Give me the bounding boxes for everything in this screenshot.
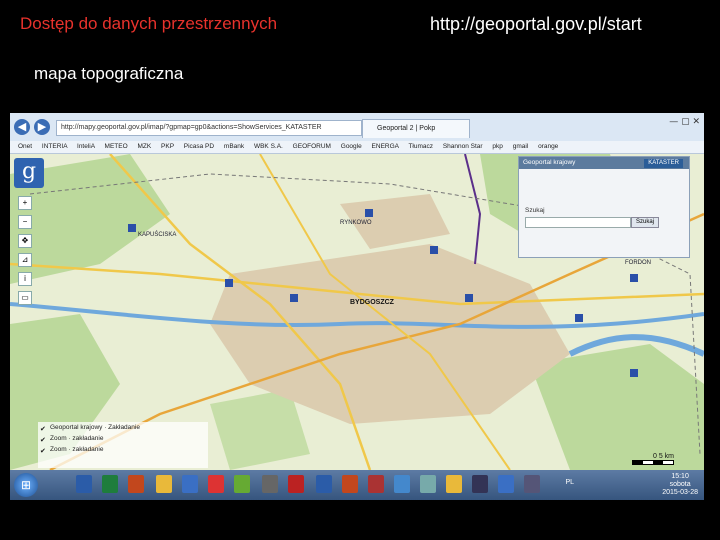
fav-item[interactable]: Onet	[18, 143, 32, 150]
railway	[464, 154, 482, 265]
window-controls[interactable]: — ▢ ✕	[669, 117, 700, 127]
fav-item[interactable]: GEOFORUM	[293, 143, 331, 150]
fav-item[interactable]: WBK S.A.	[254, 143, 283, 150]
powerpoint-icon[interactable]	[342, 475, 358, 493]
app-icon[interactable]	[394, 475, 410, 493]
word-icon[interactable]	[316, 475, 332, 493]
fav-item[interactable]: orange	[538, 143, 558, 150]
fav-item[interactable]: InteliA	[77, 143, 95, 150]
layers-panel: ✔ Geoportal krajowy · Zakładanie ✔ Zoom · …	[38, 422, 208, 468]
clock-day: sobota	[669, 481, 691, 488]
search-label: Szukaj	[525, 207, 545, 214]
fav-item[interactable]: Shannon Star	[443, 143, 483, 150]
fav-item[interactable]: PKP	[161, 143, 174, 150]
slide-url: http://geoportal.gov.pl/start	[430, 14, 642, 34]
pdf-icon[interactable]	[288, 475, 304, 493]
ie-icon[interactable]	[182, 475, 198, 493]
chrome-icon[interactable]	[498, 475, 514, 493]
map-toolbar[interactable]: + − ✥ ⊿ i ▭	[18, 196, 32, 376]
fav-item[interactable]: mBank	[224, 143, 244, 150]
fav-item[interactable]: ENERGA	[372, 143, 399, 150]
station-marker	[630, 369, 638, 377]
search-button[interactable]: Szukaj	[631, 217, 659, 228]
scale-bar	[632, 460, 674, 465]
place-label: BYDGOSZCZ	[350, 299, 394, 306]
taskbar: ⊞ PL 15:10 sobota 2015-03-28	[10, 470, 704, 500]
slide-subtitle: mapa topograficzna	[34, 64, 184, 83]
station-marker	[365, 209, 373, 217]
app-icon[interactable]	[472, 475, 488, 493]
app-icon[interactable]	[262, 475, 278, 493]
excel-icon[interactable]	[102, 475, 118, 493]
layer-row[interactable]: ✔ Zoom · zakładanie	[38, 444, 208, 455]
pdf-icon[interactable]	[368, 475, 384, 493]
station-marker	[575, 314, 583, 322]
slide-title: Dostęp do danych przestrzennych	[20, 14, 278, 33]
station-marker	[465, 294, 473, 302]
browser-screenshot: ◀ ▶ http://mapy.geoportal.gov.pl/imap/?g…	[10, 113, 704, 500]
forward-icon[interactable]: ▶	[34, 119, 50, 135]
zoom-in-icon[interactable]: +	[18, 196, 32, 210]
search-input[interactable]	[525, 217, 631, 228]
folder-icon[interactable]	[156, 475, 172, 493]
powerpoint-icon[interactable]	[128, 475, 144, 493]
pan-icon[interactable]: ✥	[18, 234, 32, 248]
station-marker	[128, 224, 136, 232]
clock[interactable]: 15:10 sobota 2015-03-28	[662, 473, 698, 497]
search-panel: Geoportal krajowy KATASTER Szukaj Szukaj	[518, 156, 690, 258]
browser-titlebar: ◀ ▶ http://mapy.geoportal.gov.pl/imap/?g…	[10, 113, 704, 141]
station-marker	[430, 246, 438, 254]
fav-item[interactable]: METEO	[105, 143, 128, 150]
fav-item[interactable]: MZK	[137, 143, 151, 150]
layer-row[interactable]: ✔ Zoom · zakładanie	[38, 433, 208, 444]
fav-item[interactable]: Picasa PD	[184, 143, 214, 150]
fav-item[interactable]: gmail	[513, 143, 529, 150]
zoom-out-icon[interactable]: −	[18, 215, 32, 229]
fav-item[interactable]: INTERIA	[42, 143, 67, 150]
layer-row[interactable]: ✔ Geoportal krajowy · Zakładanie	[38, 422, 208, 433]
language-indicator[interactable]: PL	[565, 479, 574, 486]
topographic-map[interactable]: BYDGOSZCZ RYNKOWO KAPUŚCISKA FORDON g + …	[10, 154, 704, 470]
station-marker	[630, 274, 638, 282]
measure-icon[interactable]: ⊿	[18, 253, 32, 267]
station-marker	[290, 294, 298, 302]
start-button[interactable]: ⊞	[14, 473, 38, 497]
word-icon[interactable]	[76, 475, 92, 493]
back-icon[interactable]: ◀	[14, 119, 30, 135]
print-icon[interactable]: ▭	[18, 291, 32, 305]
station-marker	[225, 279, 233, 287]
media-icon[interactable]	[208, 475, 224, 493]
clock-time: 15:10	[671, 473, 689, 480]
address-bar[interactable]: http://mapy.geoportal.gov.pl/imap/?gpmap…	[56, 120, 362, 136]
scale-label: 0 5 km	[652, 453, 674, 460]
app-icon[interactable]	[524, 475, 540, 493]
place-label: FORDON	[625, 260, 651, 266]
place-label: KAPUŚCISKA	[138, 232, 177, 238]
fav-item[interactable]: pkp	[492, 143, 502, 150]
app-icon[interactable]	[234, 475, 250, 493]
favorites-bar[interactable]: Onet INTERIA InteliA METEO MZK PKP Picas…	[10, 141, 704, 154]
place-label: RYNKOWO	[340, 220, 372, 226]
panel-tab-kataster[interactable]: KATASTER	[644, 159, 683, 168]
clock-date: 2015-03-28	[662, 489, 698, 496]
fav-item[interactable]: Tłumacz	[408, 143, 433, 150]
geoportal-logo-icon[interactable]: g	[14, 158, 44, 188]
fav-item[interactable]: Google	[341, 143, 362, 150]
checkbox-icon[interactable]: ✔	[40, 446, 46, 457]
browser-tab[interactable]: Geoportal 2 | Pokp	[362, 119, 470, 138]
folder-icon[interactable]	[446, 475, 462, 493]
info-icon[interactable]: i	[18, 272, 32, 286]
app-icon[interactable]	[420, 475, 436, 493]
